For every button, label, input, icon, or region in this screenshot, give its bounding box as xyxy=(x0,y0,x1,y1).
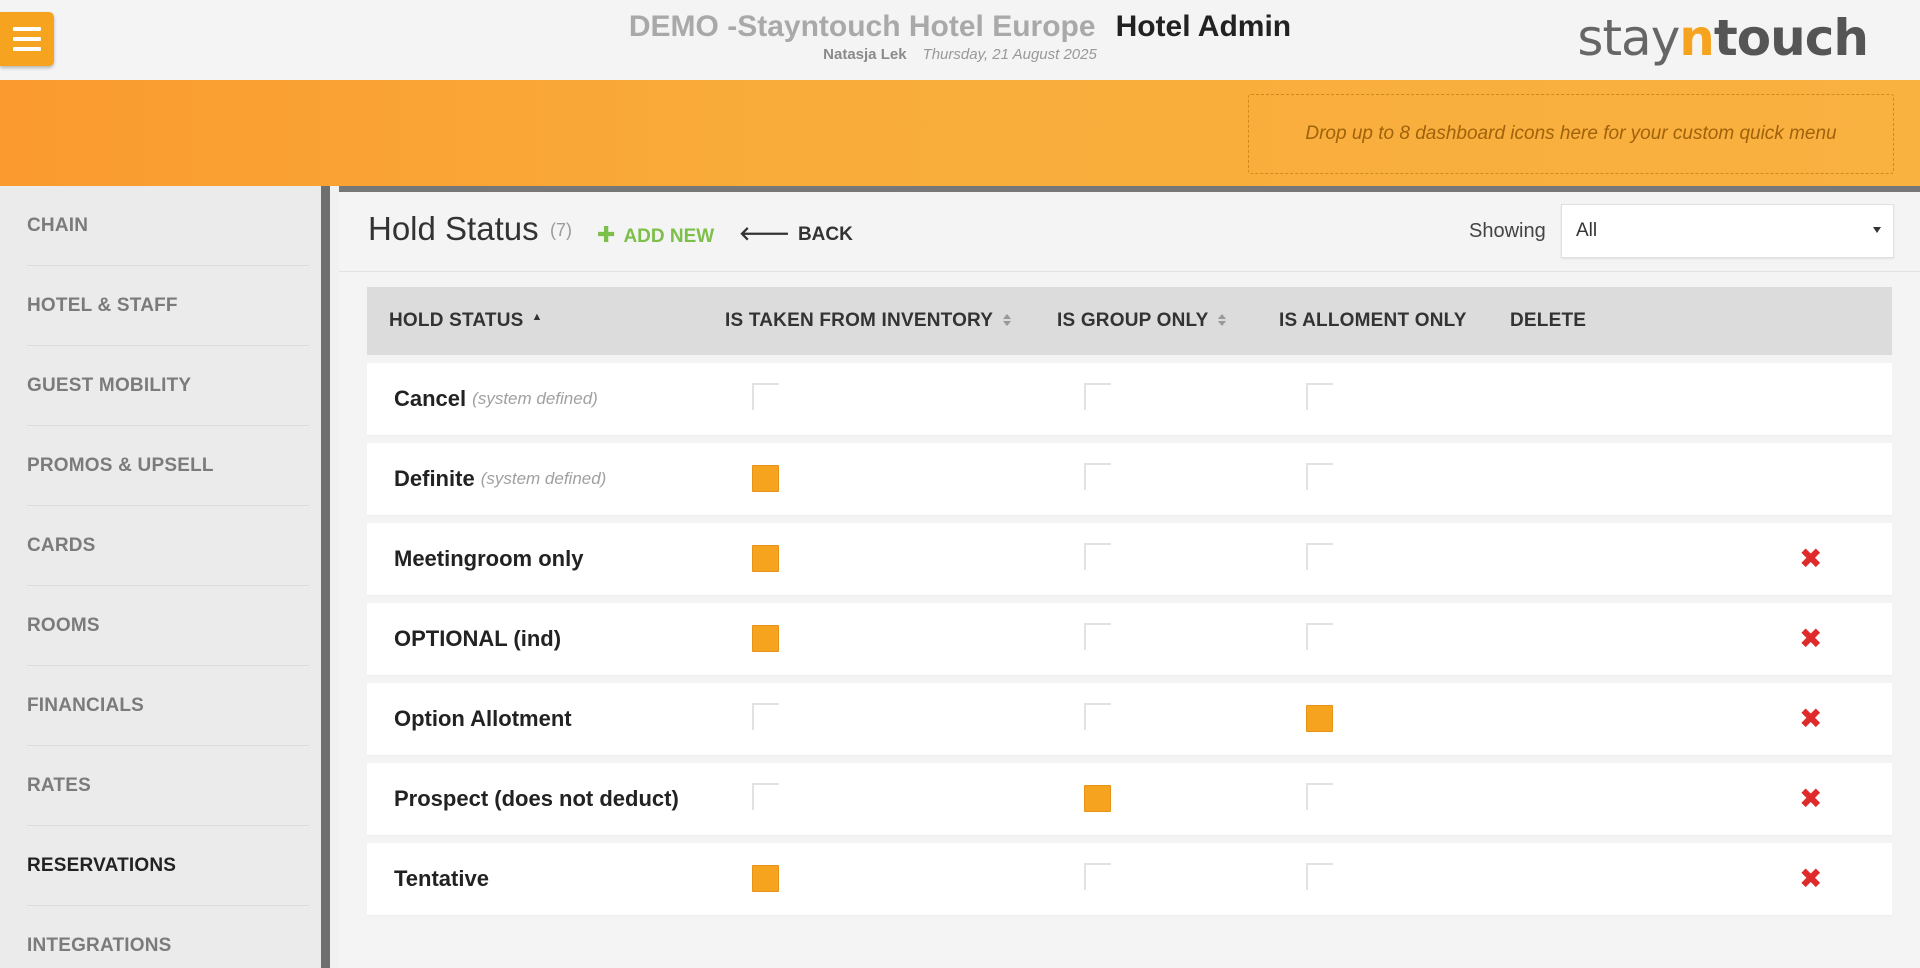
hold-status-name[interactable]: OPTIONAL (ind) xyxy=(394,603,561,675)
caret-down-icon xyxy=(1873,227,1881,233)
hotel-name: DEMO -Stayntouch Hotel Europe xyxy=(628,10,1096,43)
sidebar-item-chain[interactable]: CHAIN xyxy=(27,186,309,266)
sidebar: CHAIN HOTEL & STAFF GUEST MOBILITY PROMOS &… xyxy=(0,186,330,968)
table-row[interactable]: Prospect (does not deduct) ✖ xyxy=(367,763,1892,835)
inventory-checkbox[interactable] xyxy=(752,545,779,572)
system-defined-note: (system defined) xyxy=(472,389,598,408)
arrow-left-icon: 🡐 xyxy=(739,224,790,245)
table-row[interactable]: Option Allotment ✖ xyxy=(367,683,1892,755)
hold-status-name[interactable]: Cancel (system defined) xyxy=(394,363,598,435)
add-new-button[interactable]: ✚ ADD NEW xyxy=(597,222,714,248)
column-allotment-only: IS ALLOMENT ONLY xyxy=(1279,310,1467,331)
table-row[interactable]: Tentative ✖ xyxy=(367,843,1892,915)
allotment-checkbox[interactable] xyxy=(1306,623,1333,650)
showing-label: Showing xyxy=(1469,220,1546,242)
showing-select[interactable]: All xyxy=(1561,204,1894,258)
inventory-checkbox[interactable] xyxy=(752,625,779,652)
close-x-icon[interactable]: ✖ xyxy=(1799,863,1822,895)
close-x-icon[interactable]: ✖ xyxy=(1799,703,1822,735)
page-header: Hold Status (7) ✚ ADD NEW 🡐 BACK Showing A… xyxy=(339,192,1920,272)
group-checkbox[interactable] xyxy=(1084,703,1111,730)
table-row[interactable]: Meetingroom only ✖ xyxy=(367,523,1892,595)
hold-status-name[interactable]: Prospect (does not deduct) xyxy=(394,763,679,835)
group-checkbox[interactable] xyxy=(1084,863,1111,890)
stayntouch-logo: stayntouch xyxy=(1577,9,1869,67)
hold-status-name[interactable]: Definite (system defined) xyxy=(394,443,606,515)
sidebar-item-financials[interactable]: FINANCIALS xyxy=(27,666,309,746)
table-row[interactable]: OPTIONAL (ind) ✖ xyxy=(367,603,1892,675)
sidebar-item-guest-mobility[interactable]: GUEST MOBILITY xyxy=(27,346,309,426)
table-row[interactable]: Definite (system defined) xyxy=(367,443,1892,515)
sidebar-item-promos-upsell[interactable]: PROMOS & UPSELL xyxy=(27,426,309,506)
group-checkbox[interactable] xyxy=(1084,463,1111,490)
column-delete: DELETE xyxy=(1510,310,1587,331)
hold-status-table: HOLD STATUS ▲ IS TAKEN FROM INVENTORY IS … xyxy=(367,287,1892,915)
page-title: Hold Status xyxy=(368,210,539,247)
allotment-checkbox[interactable] xyxy=(1306,705,1333,732)
inventory-checkbox[interactable] xyxy=(752,465,779,492)
sidebar-item-rates[interactable]: RATES xyxy=(27,746,309,826)
sidebar-item-hotel-staff[interactable]: HOTEL & STAFF xyxy=(27,266,309,346)
top-header: DEMO -Stayntouch Hotel Europe Hotel Admin… xyxy=(0,0,1920,80)
main-panel: Hold Status (7) ✚ ADD NEW 🡐 BACK Showing A… xyxy=(339,186,1920,968)
quick-menu-band: Drop up to 8 dashboard icons here for yo… xyxy=(0,80,1920,186)
table-row[interactable]: Cancel (system defined) xyxy=(367,363,1892,435)
group-checkbox[interactable] xyxy=(1084,623,1111,650)
close-x-icon[interactable]: ✖ xyxy=(1799,543,1822,575)
allotment-checkbox[interactable] xyxy=(1306,783,1333,810)
sidebar-item-reservations[interactable]: RESERVATIONS xyxy=(27,826,309,906)
sort-icon xyxy=(1003,314,1011,326)
close-x-icon[interactable]: ✖ xyxy=(1799,623,1822,655)
quick-menu-dropzone[interactable]: Drop up to 8 dashboard icons here for yo… xyxy=(1248,94,1894,174)
hold-status-name[interactable]: Option Allotment xyxy=(394,683,572,755)
group-checkbox[interactable] xyxy=(1084,383,1111,410)
app-title: Hotel Admin xyxy=(1115,10,1292,43)
inventory-checkbox[interactable] xyxy=(752,865,779,892)
table-body: Cancel (system defined) Definite (system de… xyxy=(367,363,1892,915)
inventory-checkbox[interactable] xyxy=(752,383,779,410)
system-defined-note: (system defined) xyxy=(480,469,607,488)
column-group-only[interactable]: IS GROUP ONLY xyxy=(1057,287,1226,355)
sort-asc-icon: ▲ xyxy=(531,311,543,323)
group-checkbox[interactable] xyxy=(1084,543,1111,570)
sort-icon xyxy=(1218,314,1226,326)
inventory-checkbox[interactable] xyxy=(752,703,779,730)
item-count: (7) xyxy=(550,220,572,240)
table-header: HOLD STATUS ▲ IS TAKEN FROM INVENTORY IS … xyxy=(367,287,1892,355)
sidebar-item-rooms[interactable]: ROOMS xyxy=(27,586,309,666)
sidebar-item-cards[interactable]: CARDS xyxy=(27,506,309,586)
column-hold-status[interactable]: HOLD STATUS ▲ xyxy=(389,287,543,355)
allotment-checkbox[interactable] xyxy=(1306,863,1333,890)
group-checkbox[interactable] xyxy=(1084,785,1111,812)
plus-icon: ✚ xyxy=(597,222,616,247)
hold-status-name[interactable]: Meetingroom only xyxy=(394,523,583,595)
allotment-checkbox[interactable] xyxy=(1306,383,1333,410)
column-inventory[interactable]: IS TAKEN FROM INVENTORY xyxy=(725,287,1011,355)
user-name: Natasja Lek xyxy=(823,46,907,63)
current-date: Thursday, 21 August 2025 xyxy=(922,46,1097,63)
hold-status-name[interactable]: Tentative xyxy=(394,843,489,915)
back-button[interactable]: 🡐 BACK xyxy=(739,222,853,246)
sidebar-item-integrations[interactable]: INTEGRATIONS xyxy=(27,906,309,968)
close-x-icon[interactable]: ✖ xyxy=(1799,783,1822,815)
inventory-checkbox[interactable] xyxy=(752,783,779,810)
allotment-checkbox[interactable] xyxy=(1306,543,1333,570)
allotment-checkbox[interactable] xyxy=(1306,463,1333,490)
